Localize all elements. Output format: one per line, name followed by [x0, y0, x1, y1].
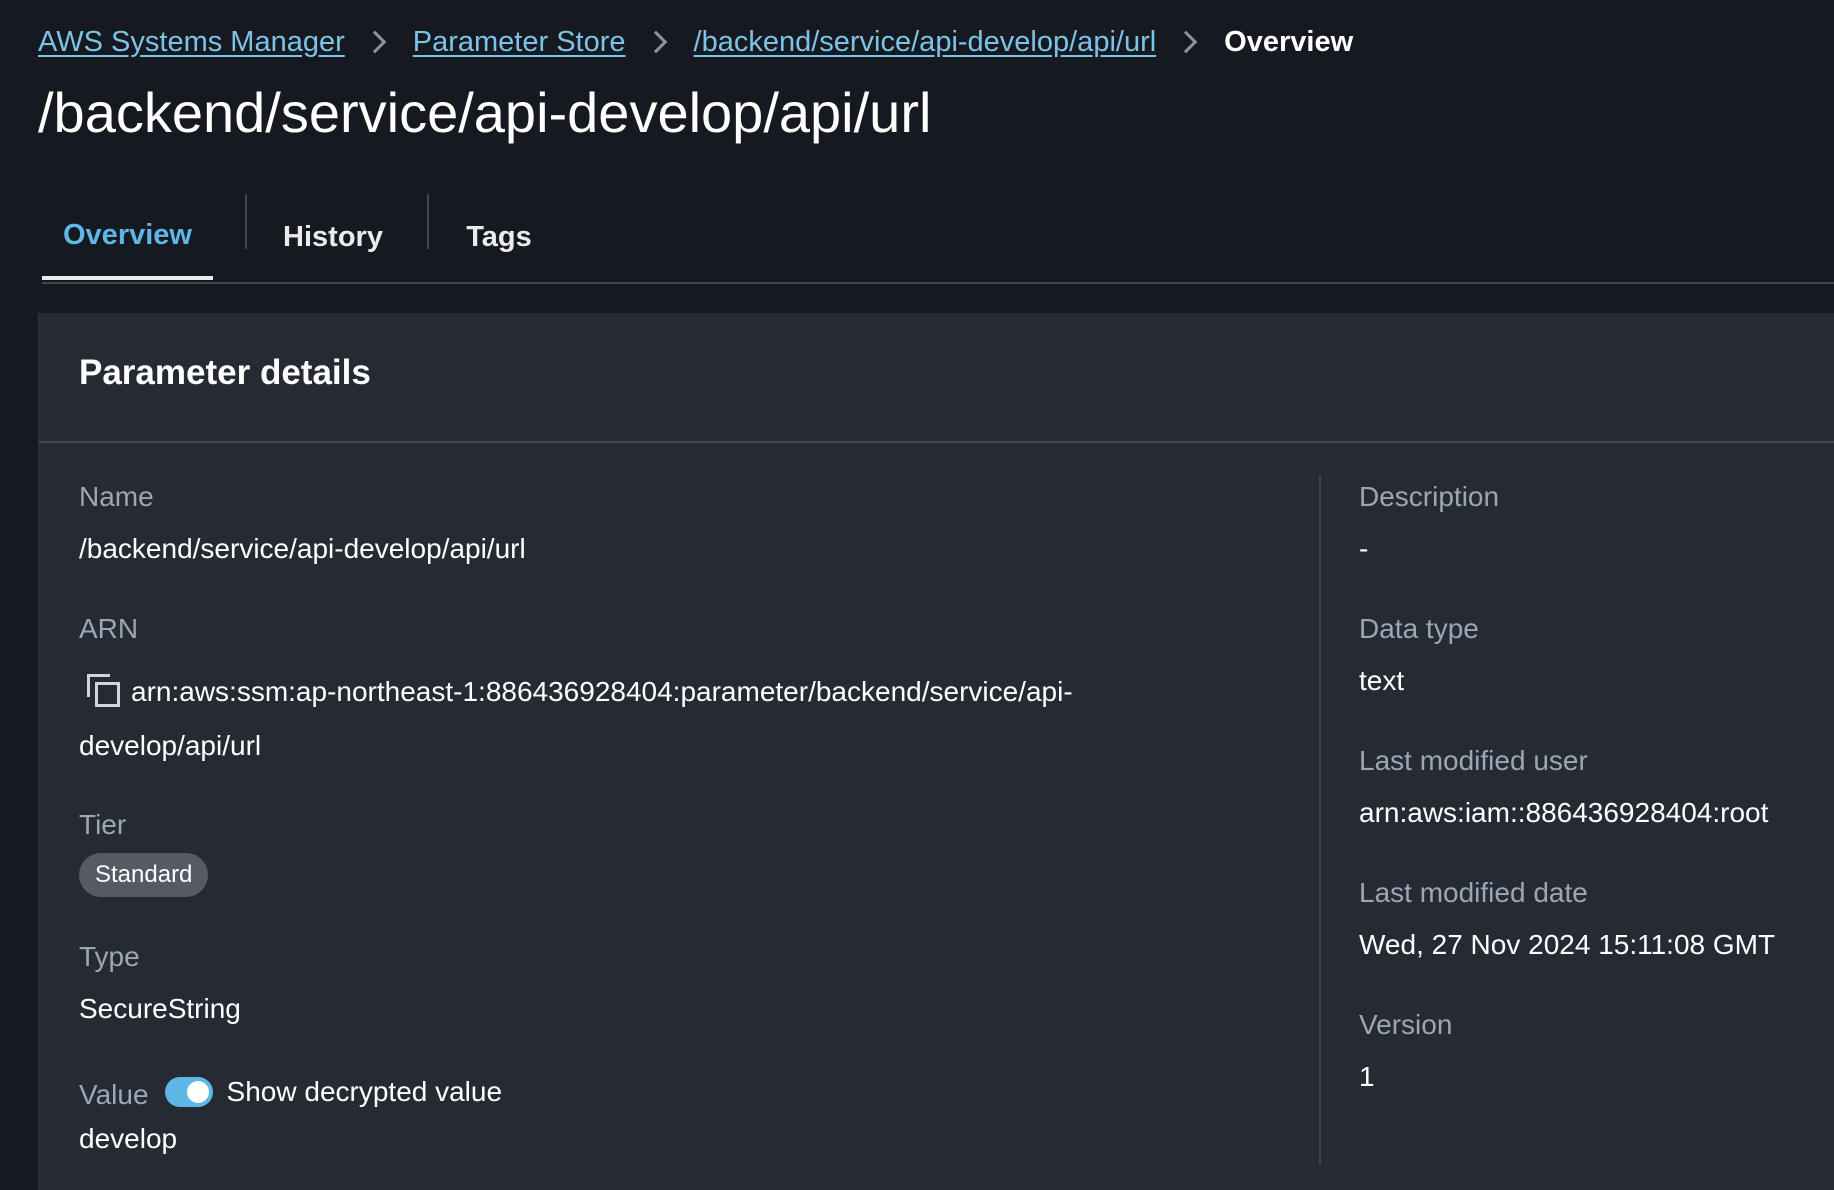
last-modified-date-label: Last modified date: [1359, 877, 1588, 908]
version-value: 1: [1359, 1061, 1375, 1092]
breadcrumb: AWS Systems Manager Parameter Store /bac…: [38, 22, 1353, 62]
value-label: Value: [79, 1079, 149, 1110]
breadcrumb-current: Overview: [1224, 25, 1354, 58]
breadcrumb-link-systems-manager[interactable]: AWS Systems Manager: [38, 26, 345, 59]
arn-label: ARN: [79, 613, 139, 644]
version-label: Version: [1359, 1009, 1453, 1040]
field-name: Name /backend/service/api-develop/api/ur…: [79, 481, 526, 569]
panel-header: Parameter details: [39, 313, 1834, 443]
last-modified-user-value: arn:aws:iam::886436928404:root: [1359, 797, 1769, 828]
panel-title: Parameter details: [79, 353, 371, 392]
arn-row: arn:aws:ssm:ap-northeast-1:886436928404:…: [79, 665, 1139, 773]
field-arn: ARN arn:aws:ssm:ap-northeast-1:886436928…: [79, 613, 1139, 773]
tab-tags[interactable]: Tags: [429, 194, 569, 280]
chevron-right-icon: [644, 30, 667, 54]
type-value: SecureString: [79, 993, 241, 1024]
tab-overview[interactable]: Overview: [42, 194, 213, 280]
field-description: Description -: [1359, 481, 1499, 569]
field-last-modified-user: Last modified user arn:aws:iam::88643692…: [1359, 745, 1768, 833]
show-decrypted-label[interactable]: Show decrypted value: [227, 1076, 503, 1108]
tier-label: Tier: [79, 809, 127, 840]
copy-icon[interactable]: [87, 674, 121, 708]
parameter-value: develop: [79, 1123, 178, 1154]
field-type: Type SecureString: [79, 941, 241, 1029]
field-last-modified-date: Last modified date Wed, 27 Nov 2024 15:1…: [1359, 877, 1775, 965]
chevron-right-icon: [1174, 30, 1198, 54]
chevron-right-icon: [363, 30, 387, 54]
column-divider: [1319, 475, 1321, 1165]
type-label: Type: [79, 941, 140, 972]
name-value: /backend/service/api-develop/api/url: [79, 533, 526, 564]
tab-history[interactable]: History: [247, 194, 419, 280]
breadcrumb-link-parameter[interactable]: /backend/service/api-develop/api/url: [694, 26, 1157, 59]
last-modified-date-value: Wed, 27 Nov 2024 15:11:08 GMT: [1359, 929, 1776, 960]
field-version: Version 1: [1359, 1009, 1452, 1097]
value-header-row: Value Show decrypted value: [79, 1073, 502, 1111]
parameter-details-panel: Parameter details Name /backend/service/…: [38, 313, 1834, 1190]
field-tier: Tier Standard: [79, 809, 209, 897]
show-decrypted-toggle[interactable]: [164, 1077, 213, 1107]
breadcrumb-link-parameter-store[interactable]: Parameter Store: [413, 26, 626, 59]
data-type-value: text: [1359, 665, 1405, 696]
description-label: Description: [1359, 481, 1500, 512]
arn-value: arn:aws:ssm:ap-northeast-1:886436928404:…: [79, 676, 1073, 761]
page-title: /backend/service/api-develop/api/url: [38, 81, 932, 144]
name-label: Name: [79, 481, 154, 512]
description-value: -: [1359, 533, 1369, 564]
data-type-label: Data type: [1359, 613, 1479, 644]
toggle-knob: [186, 1081, 209, 1103]
field-value: Value Show decrypted value develop: [79, 1073, 502, 1159]
last-modified-user-label: Last modified user: [1359, 745, 1588, 776]
tab-bar: Overview History Tags: [42, 194, 1834, 284]
tier-badge: Standard: [79, 853, 209, 897]
field-data-type: Data type text: [1359, 613, 1479, 701]
